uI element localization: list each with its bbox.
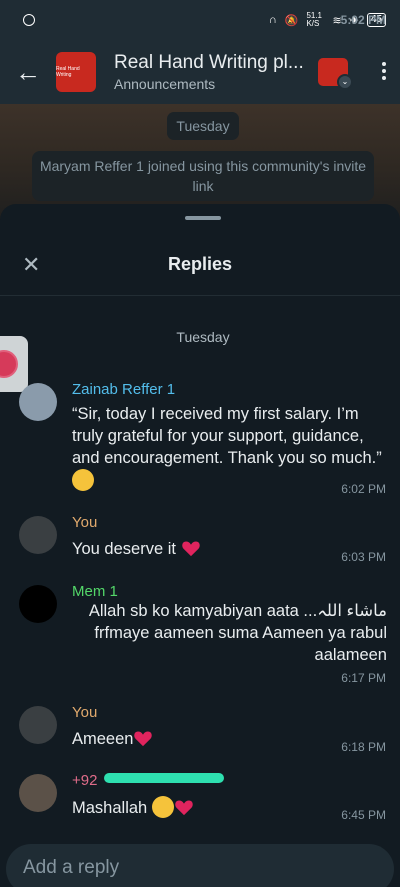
message-item[interactable]: You Ameeen 6:18 PM <box>0 700 400 760</box>
group-title: Real Hand Writing pl... <box>114 52 304 73</box>
chat-header: ← Real Hand Writing Real Hand Writing pl… <box>0 40 400 104</box>
community-icon[interactable]: ⌄ <box>318 58 353 90</box>
message-time: 6:02 PM <box>341 482 386 496</box>
whatsapp-status-icon <box>23 14 35 26</box>
more-options-icon[interactable] <box>382 62 386 80</box>
reply-input[interactable] <box>23 857 363 879</box>
mute-icon: 🔕 <box>284 14 299 27</box>
message-text: “Sir, today I received my first salary. … <box>72 403 382 492</box>
headphones-icon: ∩ <box>268 14 277 26</box>
status-time: 5:02 PM <box>340 13 386 27</box>
message-text: Mashallah <box>72 796 194 819</box>
day-separator: Tuesday <box>176 329 230 345</box>
sender-name[interactable]: Zainab Reffer 1 <box>72 381 175 398</box>
message-time: 6:18 PM <box>341 740 386 754</box>
network-speed: 51.1 K/S <box>306 11 323 28</box>
heart-emoji-icon <box>181 541 200 557</box>
avatar[interactable] <box>19 706 57 744</box>
message-text: Ameeen <box>72 728 153 750</box>
group-avatar-text: Real Hand Writing <box>56 66 80 78</box>
back-arrow-icon[interactable]: ← <box>0 57 56 88</box>
day-chip: Tuesday <box>167 112 239 140</box>
sender-name[interactable]: +92 <box>72 772 224 789</box>
sheet-drag-handle[interactable] <box>185 216 221 220</box>
status-bar: 5:02 PM ∩ 🔕 51.1 K/S ≋ ✈ 45 <box>0 0 400 40</box>
message-text: Allah sb ko kamyabiyan aata ...ماشاء الل… <box>88 602 387 664</box>
message-time: 6:17 PM <box>341 671 386 685</box>
sheet-title: Replies <box>167 254 233 274</box>
message-time: 6:45 PM <box>341 808 386 822</box>
group-avatar[interactable]: Real Hand Writing <box>56 52 96 92</box>
message-item[interactable]: Mem 1 Allah sb ko kamyabiyan aata ...ماش… <box>0 580 400 690</box>
sheet-header: ✕ Replies <box>0 234 400 296</box>
system-message: Maryam Reffer 1 joined using this commun… <box>32 151 374 201</box>
message-time: 6:03 PM <box>341 550 386 564</box>
avatar[interactable] <box>19 516 57 554</box>
message-item[interactable]: +92 Mashallah 6:45 PM <box>0 768 400 828</box>
avatar[interactable] <box>19 774 57 812</box>
avatar[interactable] <box>19 585 57 623</box>
avatar[interactable] <box>19 383 57 421</box>
sender-name[interactable]: Mem 1 <box>72 583 118 600</box>
redacted-number <box>103 773 224 783</box>
message-item[interactable]: You You deserve it 6:03 PM <box>0 510 400 570</box>
sender-name[interactable]: You <box>72 514 97 531</box>
smiling-face-with-hearts-emoji-icon <box>151 796 174 818</box>
group-subtitle: Announcements <box>114 76 216 92</box>
sender-name[interactable]: You <box>72 704 97 721</box>
record-icon <box>0 350 18 378</box>
heart-emoji-icon <box>175 800 193 816</box>
heart-emoji-icon <box>134 731 153 747</box>
message-item[interactable]: Zainab Reffer 1 “Sir, today I received m… <box>0 375 400 500</box>
message-text: You deserve it <box>72 538 201 560</box>
smile-emoji-icon <box>72 469 94 491</box>
chevron-down-icon: ⌄ <box>337 74 353 90</box>
reply-bar <box>6 844 394 887</box>
header-titles[interactable]: Real Hand Writing pl... Announcements <box>114 52 304 92</box>
